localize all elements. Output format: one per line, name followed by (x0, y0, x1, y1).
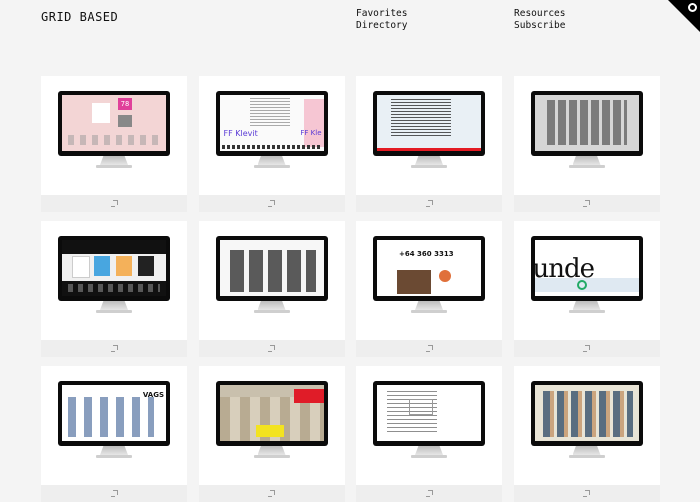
card-footer (198, 340, 345, 357)
card-footer (356, 195, 502, 212)
external-link-icon[interactable] (268, 345, 275, 352)
monitor-preview (373, 381, 485, 458)
nav-column-primary: Favorites Directory (356, 8, 407, 32)
site-card[interactable] (513, 366, 660, 502)
card-footer (198, 195, 345, 212)
external-link-icon[interactable] (425, 490, 433, 497)
site-card[interactable]: unde (513, 221, 660, 357)
screen-label: FF Kle (300, 129, 322, 137)
site-card[interactable]: 78 (41, 76, 187, 212)
site-screenshot (534, 385, 639, 441)
external-link-icon[interactable] (268, 200, 275, 207)
nav-link-favorites[interactable]: Favorites (356, 8, 407, 20)
search-icon[interactable] (688, 3, 697, 12)
screen-label: FF Klevit (223, 129, 258, 138)
site-screenshot (377, 95, 481, 151)
card-footer (41, 195, 187, 212)
card-footer (198, 485, 345, 502)
external-link-icon[interactable] (110, 490, 118, 497)
site-grid: 78 FF Klevit FF Kle +64 360 3313 unde VA… (41, 76, 660, 502)
monitor-preview (215, 381, 328, 458)
card-footer (356, 485, 502, 502)
monitor-preview: unde (530, 236, 643, 313)
external-link-icon[interactable] (110, 200, 118, 207)
site-screenshot: 78 (62, 95, 166, 151)
site-screenshot: +64 360 3313 (377, 240, 481, 296)
monitor-preview (530, 91, 643, 168)
site-card[interactable]: FF Klevit FF Kle (198, 76, 345, 212)
external-link-icon[interactable] (425, 200, 433, 207)
site-card[interactable] (356, 76, 502, 212)
site-card[interactable]: +64 360 3313 (356, 221, 502, 357)
external-link-icon[interactable] (583, 200, 590, 207)
site-screenshot (534, 95, 639, 151)
site-screenshot: unde (534, 240, 639, 296)
site-card[interactable]: VAGS (41, 366, 187, 502)
site-screenshot (62, 240, 166, 296)
monitor-preview: +64 360 3313 (373, 236, 485, 313)
nav-link-resources[interactable]: Resources (514, 8, 565, 20)
site-card[interactable] (356, 366, 502, 502)
external-link-icon[interactable] (268, 490, 275, 497)
nav-link-directory[interactable]: Directory (356, 20, 407, 32)
site-screenshot (377, 385, 481, 441)
card-footer (41, 340, 187, 357)
monitor-preview: FF Klevit FF Kle (215, 91, 328, 168)
monitor-preview (58, 236, 170, 313)
site-screenshot: FF Klevit FF Kle (219, 95, 324, 151)
screen-label: +64 360 3313 (399, 250, 454, 258)
card-footer (513, 195, 660, 212)
monitor-preview (530, 381, 643, 458)
nav-link-subscribe[interactable]: Subscribe (514, 20, 565, 32)
card-footer (41, 485, 187, 502)
card-footer (513, 485, 660, 502)
card-footer (513, 340, 660, 357)
screen-label: 78 (118, 98, 132, 110)
site-card[interactable] (198, 366, 345, 502)
external-link-icon[interactable] (110, 345, 118, 352)
monitor-preview (215, 236, 328, 313)
nav-column-secondary: Resources Subscribe (514, 8, 565, 32)
site-screenshot (219, 240, 324, 296)
site-screenshot (219, 385, 324, 441)
card-footer (356, 340, 502, 357)
monitor-preview: 78 (58, 91, 170, 168)
site-card[interactable] (513, 76, 660, 212)
monitor-preview: VAGS (58, 381, 170, 458)
site-card[interactable] (198, 221, 345, 357)
site-card[interactable] (41, 221, 187, 357)
screen-label: VAGS (142, 391, 164, 399)
external-link-icon[interactable] (425, 345, 433, 352)
site-screenshot: VAGS (62, 385, 166, 441)
external-link-icon[interactable] (583, 490, 590, 497)
site-logo[interactable]: GRID BASED (41, 10, 118, 24)
external-link-icon[interactable] (583, 345, 590, 352)
monitor-preview (373, 91, 485, 168)
